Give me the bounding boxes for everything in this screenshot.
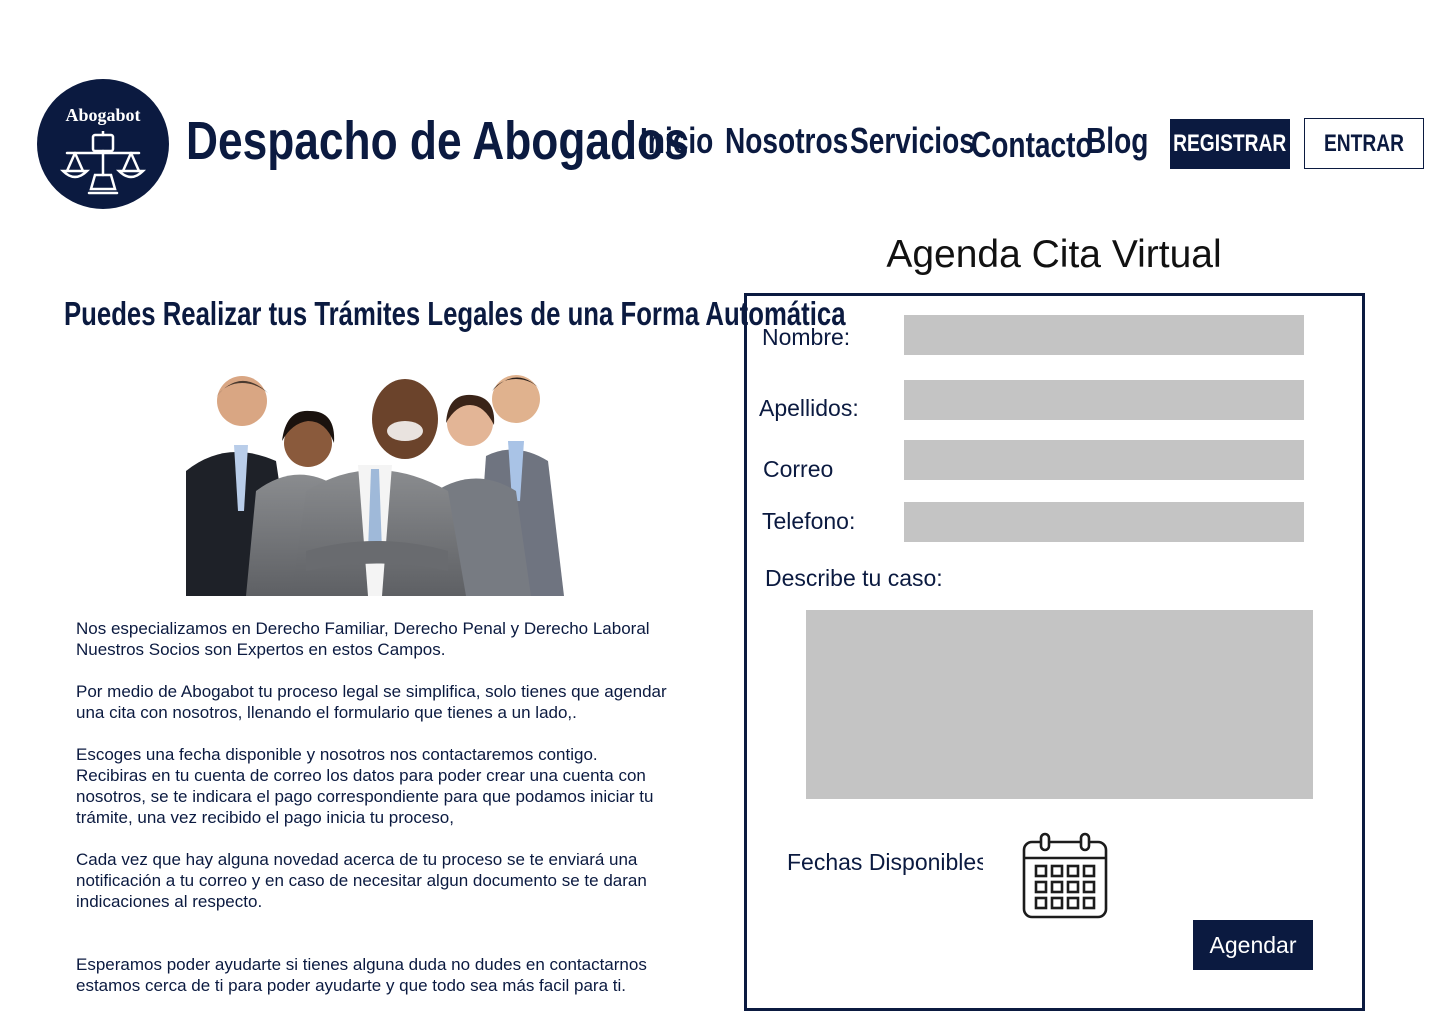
telefono-field[interactable] [904,502,1304,542]
info-paragraph-line: Nuestros Socios son Expertos en estos Ca… [76,640,446,659]
logo-text: Abogabot [65,105,141,125]
nav-blog[interactable]: Blog [1086,116,1148,166]
scales-of-justice-icon [59,131,147,195]
apellidos-label: Apellidos: [759,395,859,421]
team-photo [186,361,564,596]
nav-nosotros[interactable]: Nosotros [725,116,848,166]
caso-label: Describe tu caso: [765,565,943,591]
nav-servicios[interactable]: Servicios [850,116,975,166]
site-title: Despacho de Abogados [186,111,689,171]
register-button[interactable]: REGISTRAR [1170,119,1290,169]
info-paragraph-line: notificación a tu correo y en caso de ne… [76,871,647,890]
info-paragraph: Esperamos poder ayudarte si tienes algun… [76,954,716,996]
info-paragraph-line: Por medio de Abogabot tu proceso legal s… [76,682,667,701]
correo-field[interactable] [904,440,1304,480]
info-paragraph: Cada vez que hay alguna novedad acerca d… [76,849,716,912]
info-paragraph-line: trámite, una vez recibido el pago inicia… [76,808,454,827]
logo[interactable]: Abogabot [37,79,169,209]
form-title: Agenda Cita Virtual [886,233,1222,276]
nombre-label: Nombre: [762,324,851,350]
nav-inicio[interactable]: Inicio [640,116,713,166]
info-paragraph-line: Recibiras en tu cuenta de correo los dat… [76,766,646,785]
info-paragraph-line: Esperamos poder ayudarte si tienes algun… [76,955,647,974]
info-paragraph-line: Cada vez que hay alguna novedad acerca d… [76,850,638,869]
info-paragraph-line: Nos especializamos en Derecho Familiar, … [76,619,650,638]
nombre-field[interactable] [904,315,1304,355]
info-paragraph: Nos especializamos en Derecho Familiar, … [76,618,716,660]
nav-contacto[interactable]: Contacto [971,120,1093,170]
apellidos-field[interactable] [904,380,1304,420]
info-paragraph-line: Escoges una fecha disponible y nosotros … [76,745,598,764]
calendar-icon[interactable] [1022,832,1108,920]
info-paragraph: Escoges una fecha disponible y nosotros … [76,744,716,828]
correo-label: Correo [763,456,834,482]
info-paragraph-line: estamos cerca de ti para poder ayudarte … [76,976,626,995]
register-button-label: REGISTRAR [1173,130,1287,157]
info-paragraph-line: indicaciones al respecto. [76,892,263,911]
login-button-label: ENTRAR [1324,129,1404,157]
intro-heading: Puedes Realizar tus Trámites Legales de … [64,295,846,332]
fechas-label: Fechas Disponibles [787,849,983,875]
info-paragraph-line: una cita con nosotros, llenando el formu… [76,703,577,722]
agendar-button[interactable]: Agendar [1193,920,1313,970]
info-paragraph-line: nosotros, se te indicara el pago corresp… [76,787,654,806]
telefono-label: Telefono: [762,508,856,534]
login-button[interactable]: ENTRAR [1304,118,1424,169]
info-paragraph: Por medio de Abogabot tu proceso legal s… [76,681,716,723]
caso-textarea[interactable] [806,610,1313,799]
